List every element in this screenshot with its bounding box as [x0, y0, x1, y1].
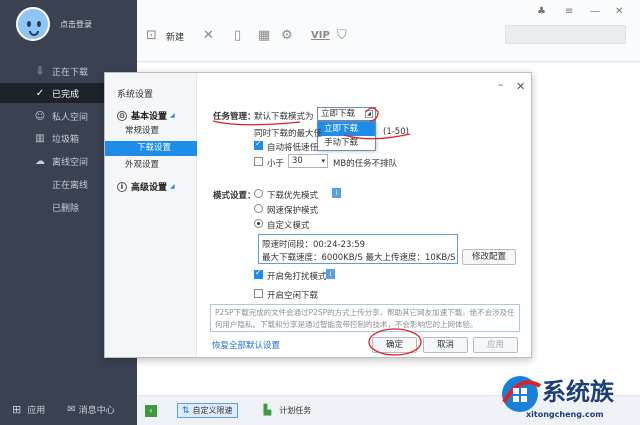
- p2sp-note: P2SP下载完成的文件会通过P2SP的方式上传分享，帮助其它网友加速下载，绝不会…: [210, 304, 520, 332]
- auto-lower-label: 自动将低速任: [267, 143, 319, 153]
- sidebar-item-label: 正在下载: [52, 67, 89, 78]
- dialog-minimize-icon[interactable]: –: [498, 78, 504, 91]
- task-mgmt-label: 任务管理：: [213, 112, 256, 122]
- mb-label: MB的任务不排队: [333, 159, 398, 169]
- schedule-icon: ▙: [263, 405, 272, 416]
- default-mode-select[interactable]: 立即下载 ◢: [317, 107, 376, 121]
- modify-config-button[interactable]: 修改配置: [462, 249, 516, 265]
- mode-custom-radio[interactable]: [254, 219, 263, 228]
- ok-button[interactable]: 确定: [372, 337, 417, 353]
- sidebar-item-label: 正在离线: [52, 180, 89, 191]
- less-than-checkbox[interactable]: [254, 157, 263, 166]
- delete-icon[interactable]: ✕: [203, 28, 214, 43]
- no-disturb-checkbox[interactable]: [254, 268, 263, 279]
- watermark-url: xitongcheng.com: [526, 410, 604, 419]
- section-label: 高级设置: [131, 183, 168, 193]
- avatar[interactable]: [16, 7, 50, 41]
- custom-mode-info: 限速时间段：00:24-23:59 最大下载速度：6000KB/S 最大上传速度…: [258, 234, 458, 264]
- skin-icon[interactable]: ♣: [537, 6, 546, 17]
- grid-icon[interactable]: ▦: [258, 28, 270, 43]
- message-center-button[interactable]: 消息中心: [79, 403, 115, 416]
- default-mode-label: 默认下载模式为: [254, 112, 314, 122]
- close-icon[interactable]: ✕: [615, 6, 623, 17]
- max-tasks-range: (1-50): [383, 127, 409, 137]
- custom-limit-button[interactable]: ⇅ 自定义限速: [177, 403, 238, 418]
- avatar-mouth-icon: [29, 31, 39, 36]
- chevron-down-icon[interactable]: ◢: [365, 110, 373, 118]
- mode-custom-label: 自定义模式: [267, 221, 310, 231]
- mode-option-manual[interactable]: 手动下载: [318, 136, 375, 150]
- sidebar-item-label: 已完成: [52, 89, 80, 100]
- mode-settings-label: 模式设置：: [213, 191, 256, 201]
- max-tasks-label: 同时下载的最大任: [254, 129, 323, 139]
- section-label: 基本设置: [131, 112, 168, 122]
- nav-appearance-settings[interactable]: 外观设置: [125, 158, 159, 173]
- new-icon[interactable]: ⊡: [146, 28, 157, 43]
- mode-dropdown: 立即下载 手动下载: [317, 121, 376, 151]
- trash-icon: ▥: [35, 132, 45, 144]
- download-icon: ⇩: [35, 65, 45, 77]
- person-icon: ☺: [34, 110, 46, 122]
- mode-net-protect-label: 网速保护模式: [267, 206, 319, 216]
- file-icon[interactable]: ▯: [234, 28, 241, 43]
- expand-arrow-icon: ◢: [170, 112, 175, 119]
- avatar-eye-icon: [37, 21, 41, 27]
- info-icon[interactable]: i: [332, 188, 341, 198]
- avatar-eye-icon: [27, 21, 31, 27]
- less-than-label: 小于: [267, 159, 285, 169]
- search-input[interactable]: [505, 25, 626, 44]
- info-icon: i: [117, 181, 127, 192]
- sidebar-item-label: 离线空间: [52, 157, 89, 168]
- plan-task-button[interactable]: 计划任务: [279, 405, 311, 416]
- sidebar-bottom: ⊞ 应用 ✉ 消息中心: [0, 393, 137, 425]
- chevron-down-icon[interactable]: ▾: [321, 155, 325, 167]
- apps-icon: ⊞: [12, 402, 22, 416]
- idle-download-label: 开启空闲下载: [267, 291, 319, 301]
- auto-lower-checkbox[interactable]: [254, 139, 263, 150]
- dialog-close-icon[interactable]: ✕: [516, 80, 525, 93]
- expand-arrow-icon: ◢: [170, 183, 175, 190]
- no-disturb-label: 开启免打扰模式: [267, 272, 327, 282]
- sidebar-item-label: 垃圾箱: [52, 134, 80, 145]
- limit-time: 限速时间段：00:24-23:59: [262, 240, 366, 250]
- idle-download-checkbox[interactable]: [254, 289, 263, 298]
- vip-button[interactable]: VIP: [311, 30, 330, 41]
- less-than-select[interactable]: 30 ▾: [288, 154, 328, 168]
- dialog-title: 系统设置: [117, 90, 154, 100]
- apply-button[interactable]: 应用: [473, 337, 518, 353]
- mode-option-immediate[interactable]: 立即下载: [318, 122, 375, 136]
- login-link[interactable]: 点击登录: [60, 19, 92, 30]
- watermark-logo: 系统族 xitongcheng.com: [498, 368, 638, 424]
- mode-download-first-label: 下载优先模式: [267, 191, 319, 201]
- watermark-brand: 系统族: [542, 378, 614, 406]
- nav-general-settings[interactable]: 常规设置: [125, 124, 159, 139]
- section-basic-settings[interactable]: ⚙ 基本设置 ◢: [117, 109, 175, 122]
- cloud-icon: ☁: [35, 155, 45, 167]
- nav-download-settings[interactable]: 下载设置: [105, 141, 197, 156]
- limit-speeds: 最大下载速度：6000KB/S 最大上传速度：10KB/S: [262, 253, 456, 263]
- custom-limit-label: 自定义限速: [192, 406, 233, 415]
- mode-download-first-radio[interactable]: [254, 189, 263, 198]
- sidebar-item-label: 已删除: [52, 203, 80, 214]
- back-icon[interactable]: ‹: [145, 404, 157, 417]
- minimize-icon[interactable]: —: [590, 6, 600, 17]
- gear-icon: ⚙: [117, 110, 127, 121]
- cancel-button[interactable]: 取消: [423, 337, 468, 353]
- apps-button[interactable]: 应用: [27, 403, 45, 416]
- shield-icon[interactable]: ⛉: [337, 28, 347, 43]
- sidebar-item-label: 私人空间: [52, 112, 89, 123]
- restore-defaults-link[interactable]: 恢复全部默认设置: [212, 339, 280, 351]
- section-advanced-settings[interactable]: i 高级设置 ◢: [117, 180, 175, 193]
- new-button[interactable]: 新建: [166, 30, 184, 43]
- speed-icon: ⇅: [182, 405, 190, 416]
- message-icon: ✉: [67, 403, 76, 415]
- mode-net-protect-radio[interactable]: [254, 204, 263, 213]
- check-circle-icon: ✓: [35, 87, 45, 99]
- settings-icon[interactable]: ⚙: [281, 28, 293, 43]
- info-icon[interactable]: i: [326, 269, 335, 279]
- default-mode-value: 立即下载: [321, 109, 356, 119]
- menu-icon[interactable]: ≡: [565, 6, 573, 17]
- less-than-value: 30: [292, 156, 303, 166]
